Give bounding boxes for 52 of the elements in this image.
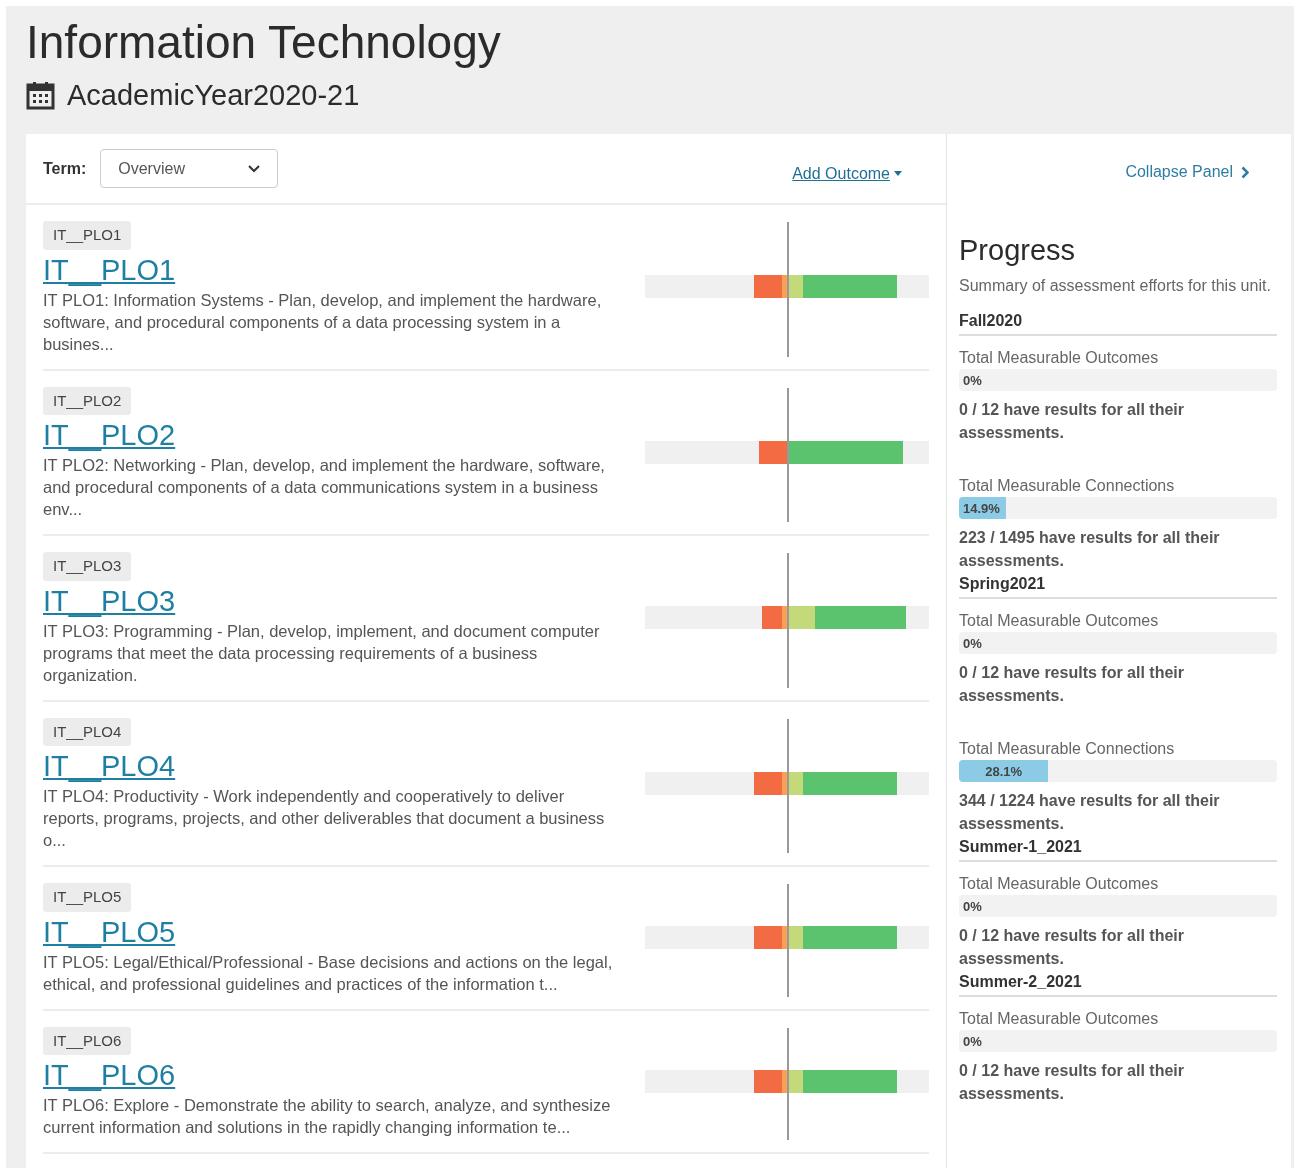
calendar-icon [26, 81, 55, 111]
metric-label: Total Measurable Connections [959, 739, 1176, 759]
metric-summary: 0 / 12 have results for all their assessments. [959, 1061, 1185, 1104]
page-title: Information Technology [26, 16, 501, 68]
term-heading: Fall2020 [959, 309, 1277, 336]
metric-label: Total Measurable Outcomes [959, 874, 1160, 894]
collapse-panel-link[interactable]: Collapse Panel [959, 160, 1249, 184]
outcome-tag: IT__PLO3 [43, 552, 132, 581]
metric-summary: 0 / 12 have results for all their assessments. [959, 926, 1185, 969]
term-heading: Spring2021 [959, 572, 1277, 599]
metric-label: Total Measurable Outcomes [959, 1009, 1160, 1029]
panel-title: Progress [959, 233, 1077, 268]
outcome-tag: IT__PLO4 [43, 717, 132, 746]
metric-label: Total Measurable Connections [959, 476, 1176, 496]
metric-summary: 0 / 12 have results for all their assessments. [959, 663, 1185, 706]
outcome-description: IT PLO3: Programming - Plan, develop, implement, and document computer programs that meet the data processing requirements of a business organization. [43, 620, 601, 686]
outcome-description: IT PLO6: Explore - Demonstrate the ability to search, analyze, and synthesize current information and solutions in the rapidly changing information te... [43, 1095, 612, 1138]
metric-label: Total Measurable Outcomes [959, 348, 1160, 368]
outcome-description: IT PLO5: Legal/Ethical/Professional - Base decisions and actions on the legal, ethical, and professional guidelines and practices of the information t... [43, 951, 614, 995]
term-label: Term: [43, 158, 87, 179]
progress-reading: 14.9% [963, 500, 1000, 518]
progress-reading: 28.1% [984, 763, 1024, 781]
term-heading: Summer-1_2021 [959, 835, 1277, 862]
outcome-link[interactable]: IT__PLO6 [43, 1057, 176, 1093]
chevron-down-icon [248, 164, 261, 173]
metric-summary: 0 / 12 have results for all their assessments. [959, 400, 1185, 443]
outcome-tag: IT__PLO5 [43, 883, 132, 912]
outcome-description: IT PLO4: Productivity - Work independently and cooperatively to deliver reports, programs, projects, and other deliverables that document a business o... [43, 786, 606, 851]
progress-reading: 0% [963, 372, 982, 390]
term-select[interactable]: Overview [100, 149, 279, 188]
outcome-link[interactable]: IT__PLO4 [43, 748, 176, 784]
outcome-description: IT PLO2: Networking - Plan, develop, and implement the hardware, software, and procedural components of a data communications system in a business env... [43, 455, 606, 520]
progress-reading: 0% [963, 898, 982, 916]
academic-year: AcademicYear2020-21 [67, 78, 360, 113]
outcome-tag: IT__PLO6 [43, 1026, 132, 1055]
outcome-link[interactable]: IT__PLO2 [43, 417, 176, 453]
panel-description: Summary of assessment efforts for this unit. [959, 276, 1272, 296]
metric-summary: 344 / 1224 have results for all their assessments. [959, 791, 1221, 834]
outcome-link[interactable]: IT__PLO1 [43, 251, 176, 288]
outcome-link[interactable]: IT__PLO5 [43, 913, 176, 950]
progress-reading: 0% [963, 635, 982, 653]
term-heading: Summer-2_2021 [959, 970, 1277, 997]
add-outcome-link[interactable]: Add Outcome [792, 161, 902, 186]
metric-summary: 223 / 1495 have results for all their assessments. [959, 528, 1221, 571]
metric-label: Total Measurable Outcomes [959, 611, 1160, 631]
caret-icon [894, 171, 902, 176]
outcome-tag: IT__PLO2 [43, 386, 132, 415]
outcome-link[interactable]: IT__PLO3 [43, 582, 176, 619]
outcome-tag: IT__PLO1 [43, 221, 132, 250]
chevron-right-icon [1241, 165, 1249, 179]
outcome-description: IT PLO1: Information Systems - Plan, develop, and implement the hardware, software, and procedural components of a data processing system in a busines... [43, 289, 603, 355]
progress-reading: 0% [963, 1033, 982, 1051]
